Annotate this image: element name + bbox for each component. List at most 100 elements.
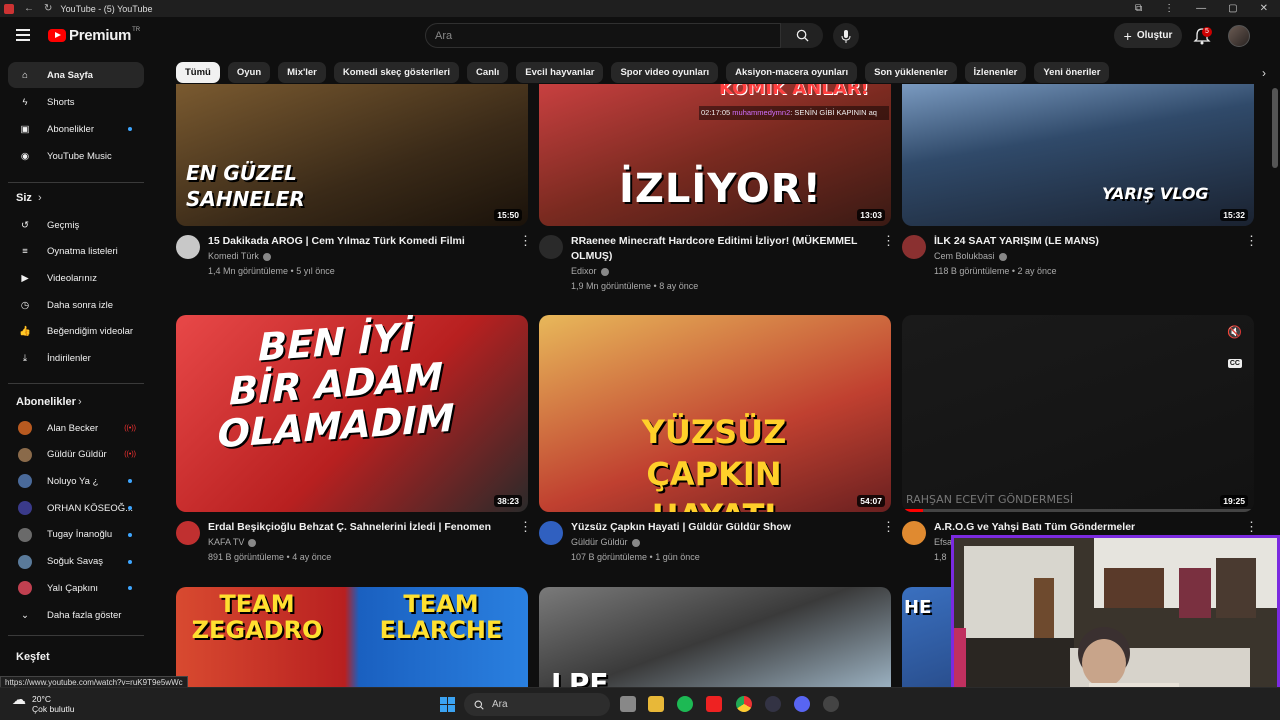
sidebar-item[interactable]: ⤓ İndirilenler [8, 346, 144, 372]
menu-icon[interactable]: ⋮ [1164, 3, 1174, 14]
close-icon[interactable]: ✕ [1260, 3, 1268, 14]
hamburger-menu-icon[interactable] [16, 29, 30, 41]
chip-6[interactable]: Spor video oyunları [611, 62, 719, 83]
chip-8[interactable]: Son yüklenenler [865, 62, 957, 83]
sidebar-item[interactable]: ▣ Abonelikler [8, 116, 144, 142]
windows-start-icon[interactable] [440, 697, 455, 712]
sidebar-item[interactable]: Yalı Çapkını [8, 575, 144, 601]
channel-avatar[interactable] [539, 521, 563, 545]
channel-name[interactable]: Cem Bolukbasi [934, 251, 1007, 261]
minimize-icon[interactable]: — [1196, 3, 1206, 14]
sidebar-subscriptions-heading[interactable]: Abonelikler [16, 396, 76, 408]
file-explorer-icon[interactable] [648, 696, 664, 712]
chip-2[interactable]: Mix'ler [278, 62, 326, 83]
more-actions-icon[interactable] [1245, 519, 1258, 535]
sidebar-item[interactable]: Tugay İnanoğlu [8, 522, 144, 548]
sidebar-item[interactable]: Noluyo Ya ¿ [8, 468, 144, 494]
chip-0[interactable]: Tümü [176, 62, 220, 83]
more-actions-icon[interactable] [519, 519, 532, 535]
video-title[interactable]: Yüzsüz Çapkın Hayati | Güldür Güldür Sho… [571, 520, 871, 535]
video-thumbnail[interactable]: LPF [539, 587, 891, 687]
youtube-premium-logo[interactable]: Premium TR [48, 27, 140, 44]
sidebar-item[interactable]: ORHAN KÖSEOĞ... [8, 495, 144, 521]
chip-7[interactable]: Aksiyon-macera oyunları [726, 62, 858, 83]
weather-widget[interactable]: ☁ 20°C Çok bulutlu [12, 692, 75, 714]
account-avatar[interactable] [1228, 25, 1250, 47]
video-thumbnail[interactable]: YARIŞ VLOG 15:32 [902, 84, 1254, 226]
video-thumbnail[interactable]: İZLİYOR! KOMİK ANLAR! 02:17:05 muhammedymn… [539, 84, 891, 226]
task-view-icon[interactable] [620, 696, 636, 712]
sidebar-item[interactable]: Güldür Güldür ((•)) [8, 442, 144, 468]
steam-icon[interactable] [823, 696, 839, 712]
video-title[interactable]: RRaenee Minecraft Hardcore Editimi İzliy… [571, 234, 871, 264]
channel-name[interactable]: Efsa [934, 537, 952, 547]
channel-avatar[interactable] [539, 235, 563, 259]
sidebar-item[interactable]: ↺ Geçmiş [8, 212, 144, 238]
video-thumbnail[interactable]: TEAM ZEGADRO TEAM ELARCHE [176, 587, 528, 687]
extensions-icon[interactable]: ⧉ [1135, 3, 1142, 14]
chip-10[interactable]: Yeni öneriler [1034, 62, 1110, 83]
sidebar-item[interactable]: ▶ Videolarınız [8, 265, 144, 291]
voice-search-button[interactable] [833, 23, 859, 49]
video-thumbnail[interactable]: EN GÜZEL SAHNELER 15:50 [176, 84, 528, 226]
video-title[interactable]: İLK 24 SAAT YARIŞIM (LE MANS) [934, 234, 1234, 249]
windows-taskbar: ☁ 20°C Çok bulutlu Ara [0, 687, 1280, 720]
sidebar-item[interactable]: Soğuk Savaş [8, 549, 144, 575]
chip-9[interactable]: İzlenenler [964, 62, 1027, 83]
sidebar-item[interactable]: ◷ Daha sonra izle [8, 292, 144, 318]
chips-next-icon[interactable]: › [1262, 66, 1266, 80]
sidebar-you-heading[interactable]: Siz [16, 192, 32, 204]
thumbnail-overlay-text: BEN İYİ BİR ADAM OLAMADIM [217, 315, 455, 457]
create-button[interactable]: + Oluştur [1114, 23, 1182, 48]
video-title[interactable]: 15 Dakikada AROG | Cem Yılmaz Türk Komed… [208, 234, 508, 249]
channel-name[interactable]: Edixor [571, 266, 609, 276]
sidebar-item[interactable]: ◉ YouTube Music [8, 143, 144, 169]
search-input[interactable] [435, 29, 780, 42]
channel-avatar[interactable] [176, 235, 200, 259]
scrollbar[interactable] [1272, 88, 1278, 168]
video-thumbnail[interactable]: BEN İYİ BİR ADAM OLAMADIM 38:23 [176, 315, 528, 512]
sidebar-item[interactable]: ϟ Shorts [8, 89, 144, 115]
app-icon[interactable] [765, 696, 781, 712]
channel-name[interactable]: KAFA TV [208, 537, 257, 547]
sidebar-item[interactable]: ⌄ Daha fazla göster [8, 602, 144, 628]
channel-avatar[interactable] [902, 521, 926, 545]
discord-icon[interactable] [794, 696, 810, 712]
downloads-icon: ⤓ [22, 353, 28, 364]
search-box[interactable] [425, 23, 781, 48]
video-title[interactable]: Erdal Beşikçioğlu Behzat Ç. Sahnelerini … [208, 520, 508, 535]
search-button[interactable] [781, 23, 823, 48]
maximize-icon[interactable]: ▢ [1228, 3, 1237, 14]
channel-avatar[interactable] [176, 521, 200, 545]
muted-icon[interactable]: 🔇 [1227, 325, 1242, 339]
chip-1[interactable]: Oyun [227, 62, 271, 83]
more-actions-icon[interactable] [882, 519, 895, 535]
chip-4[interactable]: Canlı [467, 62, 509, 83]
sidebar-item[interactable]: ≡ Oynatma listeleri [8, 239, 144, 265]
reload-icon[interactable]: ↻ [44, 3, 52, 14]
captions-icon[interactable]: CC [1227, 359, 1242, 368]
more-actions-icon[interactable] [882, 233, 895, 249]
channel-avatar [18, 421, 32, 435]
back-icon[interactable]: ← [24, 3, 34, 14]
verified-icon [248, 538, 257, 547]
chip-5[interactable]: Evcil hayvanlar [516, 62, 604, 83]
video-title[interactable]: A.R.O.G ve Yahşi Batı Tüm Göndermeler [934, 520, 1234, 535]
channel-avatar[interactable] [902, 235, 926, 259]
video-thumbnail[interactable]: RAHŞAN ECEVİT GÖNDERMESİ 🔇 CC 19:25 [902, 315, 1254, 512]
channel-name[interactable]: Komedi Türk [208, 251, 271, 261]
youtube-app-icon[interactable] [706, 696, 722, 712]
sidebar-item[interactable]: 👍 Beğendiğim videolar [8, 319, 144, 345]
thumbnail-overlay-text: EN GÜZEL SAHNELER [186, 161, 305, 211]
preview-progress-bar[interactable] [902, 509, 1254, 512]
taskbar-search[interactable]: Ara [464, 693, 610, 716]
more-actions-icon[interactable] [519, 233, 532, 249]
sidebar-item[interactable]: Alan Becker ((•)) [8, 415, 144, 441]
more-actions-icon[interactable] [1245, 233, 1258, 249]
video-thumbnail[interactable]: YÜZSÜZ ÇAPKIN HAYATI 54:07 [539, 315, 891, 512]
chrome-icon[interactable] [736, 696, 752, 712]
channel-name[interactable]: Güldür Güldür [571, 537, 640, 547]
spotify-icon[interactable] [677, 696, 693, 712]
chip-3[interactable]: Komedi skeç gösterileri [333, 62, 460, 83]
sidebar-item[interactable]: ⌂ Ana Sayfa [8, 62, 144, 88]
